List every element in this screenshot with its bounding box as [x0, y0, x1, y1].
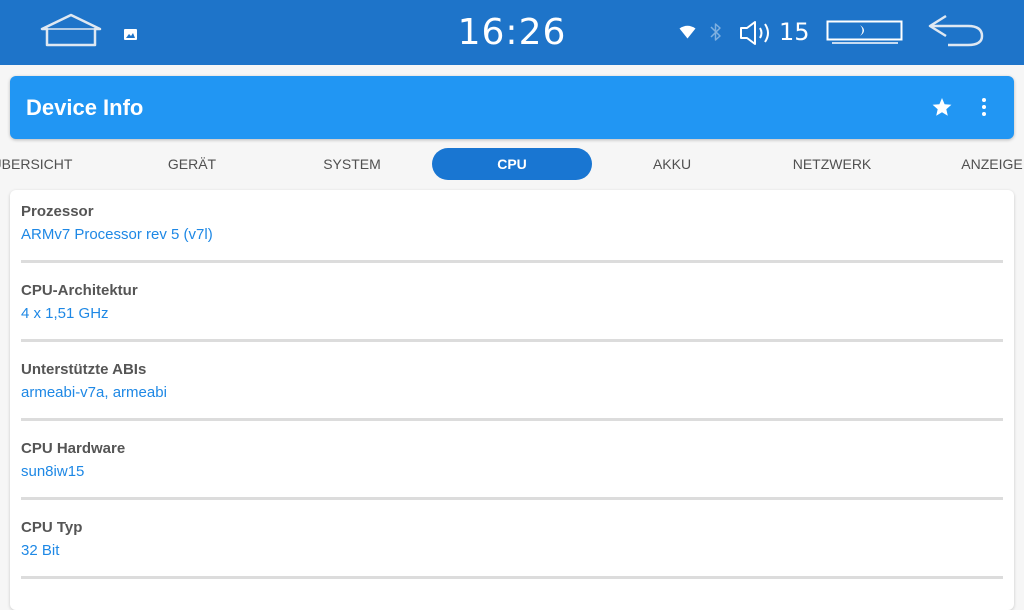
tab-uebersicht[interactable]: ÜBERSICHT — [0, 148, 112, 180]
item-value: ARMv7 Processor rev 5 (v7l) — [21, 226, 213, 243]
wifi-icon — [679, 25, 696, 44]
list-item[interactable]: CPU Typ 32 Bit — [21, 506, 1003, 585]
list-item[interactable]: CPU Hardware sun8iw15 — [21, 427, 1003, 506]
tab-system[interactable]: SYSTEM — [272, 148, 432, 180]
item-value: armeabi-v7a, armeabi — [21, 384, 167, 401]
item-label: CPU Typ — [21, 519, 83, 536]
tab-akku[interactable]: AKKU — [592, 148, 752, 180]
home-icon[interactable] — [38, 12, 104, 53]
item-value: 4 x 1,51 GHz — [21, 305, 109, 322]
divider — [21, 497, 1003, 500]
list-item[interactable]: Prozessor ARMv7 Processor rev 5 (v7l) — [21, 190, 1003, 269]
divider — [21, 260, 1003, 263]
bluetooth-icon — [709, 22, 723, 47]
tab-geraet[interactable]: GERÄT — [112, 148, 272, 180]
item-label: Unterstützte ABIs — [21, 361, 147, 378]
display-mode-icon[interactable] — [826, 20, 904, 51]
clock: 16:26 — [457, 12, 567, 53]
tab-netzwerk[interactable]: NETZWERK — [752, 148, 912, 180]
app-title: Device Info — [26, 95, 144, 120]
item-label: Prozessor — [21, 203, 94, 220]
volume-icon[interactable] — [739, 20, 777, 51]
divider — [21, 418, 1003, 421]
tab-anzeige[interactable]: ANZEIGE — [912, 148, 1024, 180]
back-arrow-icon[interactable] — [924, 12, 988, 55]
star-icon[interactable] — [931, 96, 953, 123]
cpu-info-card: Prozessor ARMv7 Processor rev 5 (v7l) CP… — [10, 190, 1014, 610]
item-value: sun8iw15 — [21, 463, 85, 480]
volume-level: 15 — [779, 18, 810, 46]
item-value: 32 Bit — [21, 542, 60, 559]
list-item[interactable]: CPU-Architektur 4 x 1,51 GHz — [21, 269, 1003, 348]
list-item[interactable]: Unterstützte ABIs armeabi-v7a, armeabi — [21, 348, 1003, 427]
item-label: CPU Hardware — [21, 440, 126, 457]
status-bar: 16:26 15 — [0, 0, 1024, 65]
divider — [21, 576, 1003, 579]
tab-cpu[interactable]: CPU — [432, 148, 592, 180]
divider — [21, 339, 1003, 342]
item-label: CPU-Architektur — [21, 282, 138, 299]
tab-bar: ÜBERSICHT GERÄT SYSTEM CPU AKKU NETZWERK… — [0, 146, 1024, 182]
more-vert-icon[interactable] — [976, 96, 992, 123]
image-icon — [124, 27, 137, 45]
app-bar: Device Info — [10, 76, 1014, 139]
